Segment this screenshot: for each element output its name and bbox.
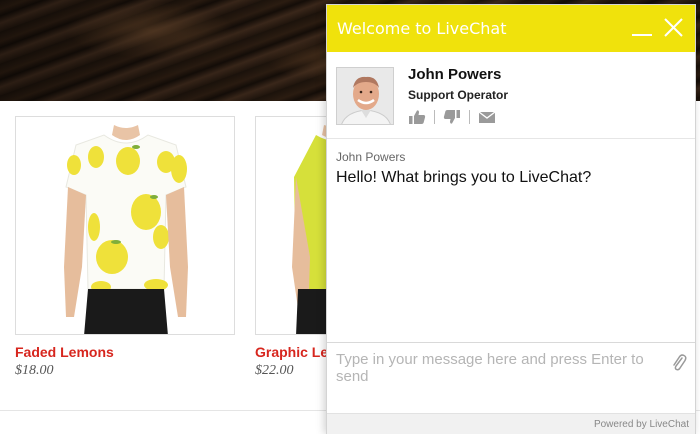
minimize-button[interactable] <box>629 15 655 41</box>
agent-photo <box>337 68 393 124</box>
chat-footer: Powered by LiveChat <box>327 413 695 434</box>
rating-actions <box>408 109 496 125</box>
thumbs-down-button[interactable] <box>443 109 461 125</box>
message-text: Hello! What brings you to LiveChat? <box>336 169 592 186</box>
message-list: John Powers Hello! What brings you to Li… <box>327 140 695 340</box>
product-image[interactable] <box>15 116 235 335</box>
lemon-tshirt-photo <box>64 125 188 334</box>
powered-by-link[interactable]: Powered by LiveChat <box>594 419 689 430</box>
agent-avatar <box>336 67 394 125</box>
product-card[interactable]: Faded Lemons $18.00 <box>15 116 235 379</box>
product-price: $18.00 <box>15 363 54 378</box>
message-author: John Powers <box>336 150 406 164</box>
product-name[interactable]: Faded Lemons <box>15 344 235 360</box>
email-transcript-button[interactable] <box>478 109 496 125</box>
livechat-window: Welcome to LiveChat John Powers Support … <box>326 4 696 434</box>
minimize-icon <box>632 34 652 36</box>
chat-title: Welcome to LiveChat <box>337 19 507 38</box>
close-icon <box>664 18 683 37</box>
attach-file-button[interactable] <box>670 353 688 373</box>
thumbs-up-icon <box>409 110 426 124</box>
thumbs-up-button[interactable] <box>408 109 426 125</box>
agent-info: John Powers Support Operator <box>327 52 695 139</box>
envelope-icon <box>478 111 496 123</box>
divider <box>469 110 470 124</box>
thumbs-down-icon <box>443 110 460 124</box>
agent-name: John Powers <box>408 66 502 83</box>
agent-role: Support Operator <box>408 88 509 102</box>
message-composer <box>327 342 695 413</box>
message-input[interactable] <box>336 351 656 407</box>
close-button[interactable] <box>660 15 686 41</box>
divider <box>434 110 435 124</box>
chat-header[interactable]: Welcome to LiveChat <box>327 5 695 52</box>
paperclip-icon <box>673 354 687 371</box>
